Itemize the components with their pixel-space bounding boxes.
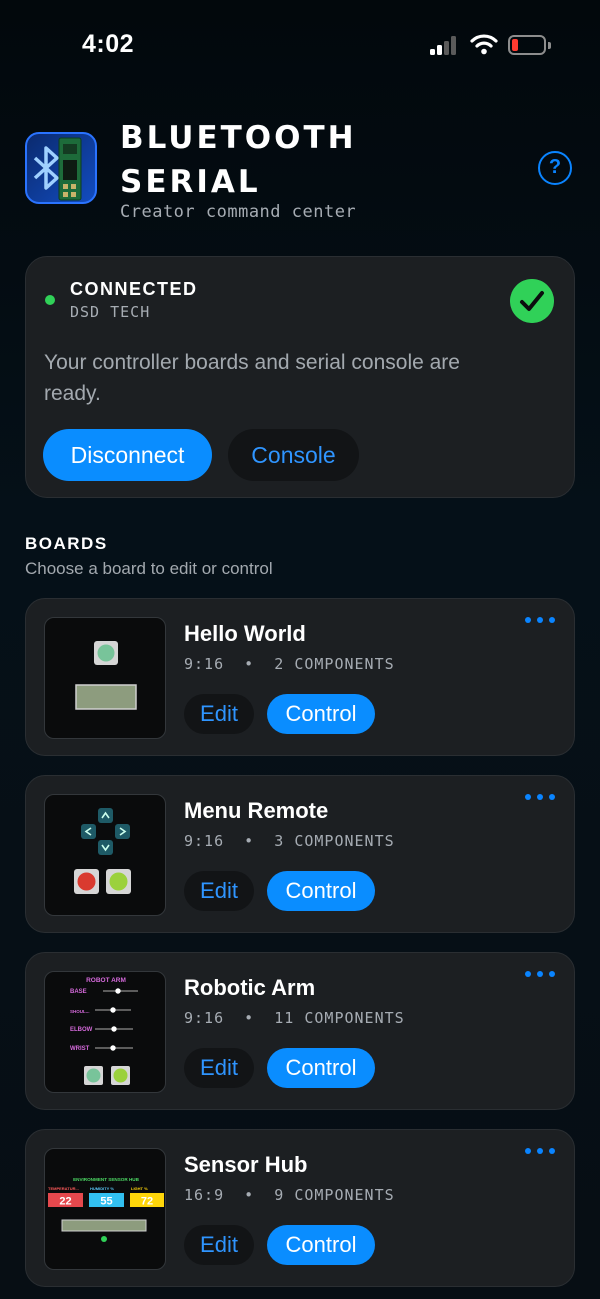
more-options-icon[interactable]	[525, 794, 557, 802]
console-button[interactable]: Console	[228, 429, 359, 481]
thumb-sensor-label: TEMPERATUR...	[48, 1186, 79, 1191]
board-meta: 9:16 • 3 COMPONENTS	[184, 832, 395, 850]
control-button[interactable]: Control	[267, 1048, 375, 1088]
bluetooth-board-app-icon	[25, 132, 97, 204]
board-name: Menu Remote	[184, 798, 329, 823]
more-options-icon[interactable]	[525, 1148, 557, 1156]
thumb-sensor-label: LIGHT %	[131, 1186, 148, 1191]
edit-button[interactable]: Edit	[184, 1225, 254, 1265]
status-time: 4:02	[82, 30, 135, 58]
thumb-sensor-value: 55	[100, 1196, 112, 1208]
app-subtitle: Creator command center	[120, 202, 357, 222]
board-name: Robotic Arm	[184, 975, 316, 1000]
app-title: BLUETOOTH SERIAL	[120, 120, 357, 200]
board-meta: 16:9 • 9 COMPONENTS	[184, 1186, 395, 1204]
board-meta: 9:16 • 2 COMPONENTS	[184, 655, 395, 673]
board-thumbnail: ROBOT ARM BASE SHOUL... ELBOW WRIST	[44, 971, 166, 1093]
control-button[interactable]: Control	[267, 694, 375, 734]
thumb-slider-label: ELBOW	[70, 1027, 93, 1033]
control-button[interactable]: Control	[267, 1225, 375, 1265]
connection-card: CONNECTED DSD TECH Your controller board…	[25, 256, 575, 498]
thumb-title: ENVIRONMENT SENSOR HUB	[73, 1177, 140, 1182]
wifi-icon	[470, 34, 498, 55]
boards-section-subtitle: Choose a board to edit or control	[25, 559, 273, 578]
more-options-icon[interactable]	[525, 617, 557, 625]
thumb-slider-label: WRIST	[70, 1046, 90, 1052]
edit-button[interactable]: Edit	[184, 871, 254, 911]
board-name: Sensor Hub	[184, 1152, 308, 1177]
checkmark-icon	[510, 279, 554, 323]
thumb-sensor-value: 22	[59, 1196, 71, 1208]
disconnect-button[interactable]: Disconnect	[43, 429, 212, 481]
boards-section-title: BOARDS	[25, 534, 108, 553]
cellular-signal-icon	[430, 35, 462, 55]
board-meta: 9:16 • 11 COMPONENTS	[184, 1009, 405, 1027]
thumb-title: ROBOT ARM	[86, 977, 126, 984]
board-card-sensor-hub[interactable]: ENVIRONMENT SENSOR HUB TEMPERATUR... HUM…	[25, 1129, 575, 1287]
connection-description: Your controller boards and serial consol…	[44, 351, 460, 405]
edit-button[interactable]: Edit	[184, 694, 254, 734]
board-card-menu-remote[interactable]: Menu Remote 9:16 • 3 COMPONENTS Edit Con…	[25, 775, 575, 933]
board-thumbnail	[44, 794, 166, 916]
connection-status: CONNECTED	[70, 279, 198, 299]
board-thumbnail	[44, 617, 166, 739]
thumb-sensor-value: 72	[141, 1196, 153, 1208]
more-options-icon[interactable]	[525, 971, 557, 979]
board-name: Hello World	[184, 621, 306, 646]
connected-device-name: DSD TECH	[70, 303, 151, 321]
help-icon[interactable]: ?	[538, 151, 572, 185]
board-card-robotic-arm[interactable]: ROBOT ARM BASE SHOUL... ELBOW WRIST Robo…	[25, 952, 575, 1110]
battery-low-icon	[508, 35, 551, 55]
thumb-slider-label: SHOUL...	[70, 1009, 90, 1014]
control-button[interactable]: Control	[267, 871, 375, 911]
thumb-slider-label: BASE	[70, 989, 87, 995]
app-header: BLUETOOTH SERIAL Creator command center …	[25, 118, 575, 228]
edit-button[interactable]: Edit	[184, 1048, 254, 1088]
status-bar: 4:02	[0, 0, 600, 90]
connection-status-dot	[45, 295, 55, 305]
board-card-hello-world[interactable]: Hello World 9:16 • 2 COMPONENTS Edit Con…	[25, 598, 575, 756]
thumb-sensor-label: HUMIDITY %	[90, 1186, 114, 1191]
board-thumbnail: ENVIRONMENT SENSOR HUB TEMPERATUR... HUM…	[44, 1148, 166, 1270]
